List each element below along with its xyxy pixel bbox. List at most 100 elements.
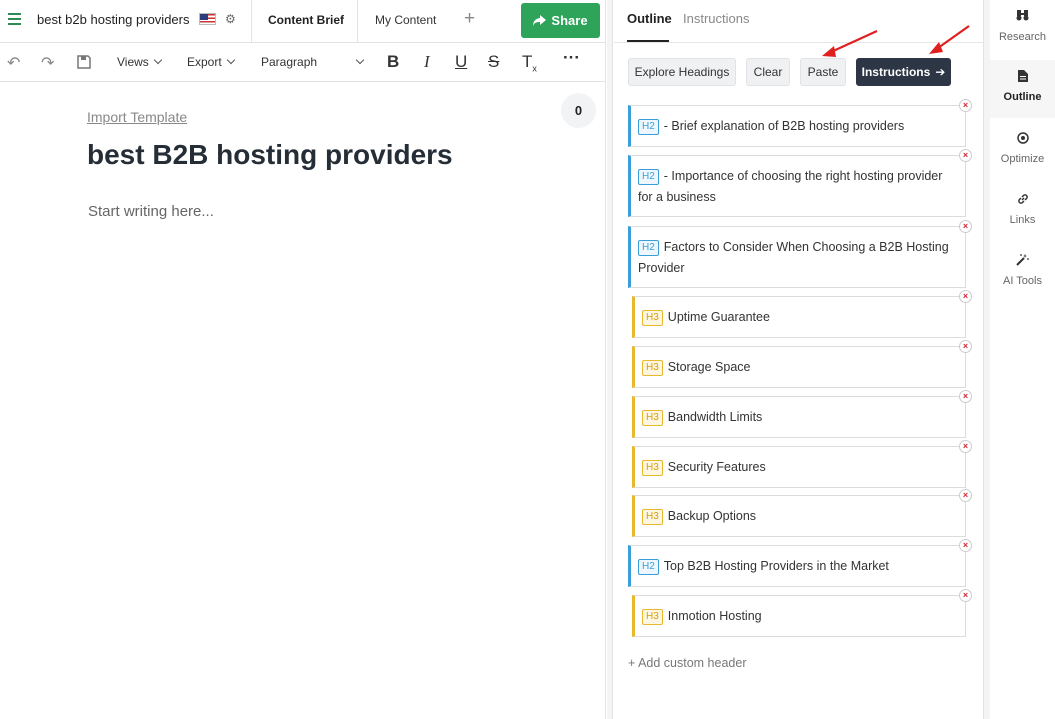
rail-item-outline[interactable]: Outline xyxy=(990,60,1055,118)
tab-divider xyxy=(357,0,358,43)
tab-my-content[interactable]: My Content xyxy=(375,13,436,27)
heading-label: Bandwidth Limits xyxy=(667,410,763,424)
outline-heading-item[interactable]: H2 Factors to Consider When Choosing a B2… xyxy=(628,220,972,288)
tab-divider xyxy=(614,42,983,43)
outline-panel: Outline Instructions Explore Headings Cl… xyxy=(614,0,983,719)
clear-format-icon[interactable]: Tx xyxy=(522,52,537,73)
rail-label: Research xyxy=(998,31,1047,43)
remove-heading-icon[interactable]: × xyxy=(959,589,972,602)
heading-label: Storage Space xyxy=(667,360,751,374)
underline-icon[interactable]: U xyxy=(455,52,467,72)
remove-heading-icon[interactable]: × xyxy=(959,539,972,552)
tab-outline[interactable]: Outline xyxy=(627,11,672,26)
binoculars-icon xyxy=(990,10,1055,24)
heading-text[interactable]: H3 Bandwidth Limits xyxy=(642,407,959,428)
heading-level-badge: H2 xyxy=(638,169,659,185)
export-dropdown[interactable]: Export xyxy=(187,55,235,69)
remove-heading-icon[interactable]: × xyxy=(959,290,972,303)
rail-item-links[interactable]: Links xyxy=(990,183,1055,241)
outline-heading-item[interactable]: H3 Inmotion Hosting × xyxy=(632,589,972,637)
remove-heading-icon[interactable]: × xyxy=(959,220,972,233)
outline-heading-item[interactable]: H3 Backup Options × xyxy=(632,489,972,537)
views-label: Views xyxy=(117,55,149,69)
share-button[interactable]: Share xyxy=(521,3,600,38)
document-heading[interactable]: best B2B hosting providers xyxy=(87,139,453,171)
outline-heading-item[interactable]: H2 - Brief explanation of B2B hosting pro… xyxy=(628,99,972,147)
heading-text[interactable]: H3 Uptime Guarantee xyxy=(642,307,959,328)
explore-headings-button[interactable]: Explore Headings xyxy=(628,58,736,86)
heading-label: Top B2B Hosting Providers in the Market xyxy=(663,559,889,573)
rail-label: Links xyxy=(1009,214,1036,226)
heading-label: - Importance of choosing the right hosti… xyxy=(638,169,943,204)
chevron-down-icon xyxy=(226,55,235,65)
heading-text[interactable]: H2- Importance of choosing the right hos… xyxy=(638,166,959,208)
tab-instructions[interactable]: Instructions xyxy=(683,11,749,26)
undo-icon[interactable]: ↶ xyxy=(7,53,20,73)
heading-text[interactable]: H3 Inmotion Hosting xyxy=(642,606,959,627)
italic-icon[interactable]: I xyxy=(424,52,430,72)
export-label: Export xyxy=(187,55,222,69)
tab-divider xyxy=(251,0,252,43)
share-arrow-icon xyxy=(533,15,547,26)
remove-heading-icon[interactable]: × xyxy=(959,489,972,502)
editor-body-placeholder[interactable]: Start writing here... xyxy=(88,203,214,220)
chevron-down-icon xyxy=(355,55,365,65)
gear-icon[interactable]: ⚙ xyxy=(225,12,236,26)
editor-pane: best b2b hosting providers ⚙ Content Bri… xyxy=(0,0,606,719)
remove-heading-icon[interactable]: × xyxy=(959,149,972,162)
link-icon xyxy=(990,193,1055,207)
tab-content-brief[interactable]: Content Brief xyxy=(268,13,344,27)
magic-wand-icon xyxy=(990,254,1055,268)
remove-heading-icon[interactable]: × xyxy=(959,390,972,403)
redo-icon[interactable]: ↷ xyxy=(41,53,54,73)
heading-text[interactable]: H2 Factors to Consider When Choosing a B2… xyxy=(638,237,959,279)
rail-label: Outline xyxy=(1003,91,1042,103)
heading-level-badge: H3 xyxy=(642,609,663,625)
outline-heading-item[interactable]: H3 Security Features × xyxy=(632,440,972,488)
bold-icon[interactable]: B xyxy=(387,52,399,72)
rail-label: Optimize xyxy=(1000,153,1045,165)
views-dropdown[interactable]: Views xyxy=(117,55,163,69)
rail-item-research[interactable]: Research xyxy=(990,0,1055,58)
panel-resize-gutter[interactable] xyxy=(607,0,613,719)
add-tab-icon[interactable]: + xyxy=(464,8,475,30)
heading-level-badge: H2 xyxy=(638,240,659,256)
instructions-button[interactable]: Instructions ➔ xyxy=(856,58,951,86)
heading-text[interactable]: H2 Top B2B Hosting Providers in the Marke… xyxy=(638,556,959,577)
remove-heading-icon[interactable]: × xyxy=(959,99,972,112)
outline-heading-item[interactable]: H2- Importance of choosing the right hos… xyxy=(628,149,972,217)
more-options-icon[interactable]: ··· xyxy=(563,48,580,68)
arrow-right-icon: ➔ xyxy=(935,65,946,79)
heading-text[interactable]: H3 Storage Space xyxy=(642,357,959,378)
outline-heading-item[interactable]: H3 Bandwidth Limits × xyxy=(632,390,972,438)
heading-label: Security Features xyxy=(667,460,766,474)
outline-heading-item[interactable]: H2 Top B2B Hosting Providers in the Marke… xyxy=(628,539,972,587)
document-title[interactable]: best b2b hosting providers xyxy=(37,12,189,27)
save-icon[interactable] xyxy=(77,55,91,69)
target-icon xyxy=(990,132,1055,146)
rail-label: AI Tools xyxy=(1003,275,1042,287)
us-flag-icon[interactable] xyxy=(199,13,216,25)
document-icon xyxy=(990,70,1055,84)
rail-divider xyxy=(983,0,990,719)
import-template-link[interactable]: Import Template xyxy=(87,109,187,125)
paragraph-dropdown[interactable]: Paragraph xyxy=(261,55,365,69)
heading-text[interactable]: H2 - Brief explanation of B2B hosting pro… xyxy=(638,116,959,137)
remove-heading-icon[interactable]: × xyxy=(959,340,972,353)
heading-label: - Brief explanation of B2B hosting provi… xyxy=(663,119,905,133)
strikethrough-icon[interactable]: S xyxy=(488,52,499,72)
outline-heading-item[interactable]: H3 Storage Space × xyxy=(632,340,972,388)
clear-button[interactable]: Clear xyxy=(746,58,790,86)
add-custom-header-button[interactable]: + Add custom header xyxy=(628,656,746,670)
heading-level-badge: H3 xyxy=(642,310,663,326)
heading-level-badge: H2 xyxy=(638,119,659,135)
outline-heading-item[interactable]: H3 Uptime Guarantee × xyxy=(632,290,972,338)
rail-item-optimize[interactable]: Optimize xyxy=(990,122,1055,180)
heading-label: Uptime Guarantee xyxy=(667,310,770,324)
paste-button[interactable]: Paste xyxy=(800,58,846,86)
heading-text[interactable]: H3 Security Features xyxy=(642,457,959,478)
menu-icon[interactable] xyxy=(8,13,21,25)
remove-heading-icon[interactable]: × xyxy=(959,440,972,453)
rail-item-ai-tools[interactable]: AI Tools xyxy=(990,244,1055,302)
heading-text[interactable]: H3 Backup Options xyxy=(642,506,959,527)
